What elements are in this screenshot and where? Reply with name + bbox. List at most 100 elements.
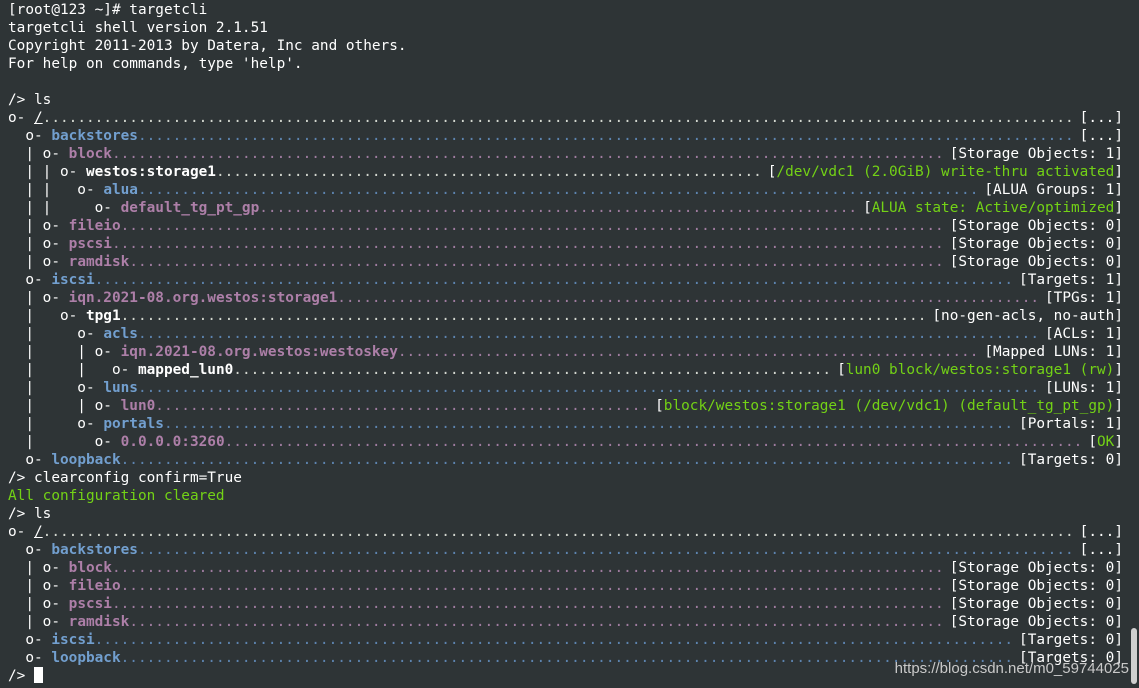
tree-branch: | o-: [8, 416, 104, 432]
leader-dots: ........................................…: [42, 524, 1071, 540]
tree-node-status: [/dev/vdc1 (2.0GiB) write-thru activated…: [767, 164, 1123, 180]
tree-branch: o-: [8, 524, 34, 540]
tree-node-status: [block/westos:storage1 (/dev/vdc1) (defa…: [655, 398, 1123, 414]
tree-row: | o- fileio ............................…: [8, 217, 1123, 235]
tree-node-name: luns: [103, 380, 138, 396]
tree-node-name: acls: [103, 326, 138, 342]
tree-branch: | o-: [8, 326, 104, 342]
leader-dots: ........................................…: [120, 650, 1011, 666]
tree-node-status: [Storage Objects: 0]: [949, 254, 1123, 270]
tree-row: | o- pscsi .............................…: [8, 595, 1123, 613]
leader-dots: ........................................…: [137, 182, 976, 198]
leader-dots: ........................................…: [94, 632, 1011, 648]
tree-branch: | o-: [8, 560, 69, 576]
tree-branch: o-: [8, 452, 52, 468]
command-line: /> ls: [8, 506, 52, 522]
tree-node-name: westos:storage1: [85, 164, 216, 180]
tree-node-status: [ALUA Groups: 1]: [984, 182, 1123, 198]
tree-node-status: [Mapped LUNs: 1]: [984, 344, 1123, 360]
tree-node-status: [...]: [1079, 128, 1123, 144]
tree-branch: o-: [8, 650, 52, 666]
tree-row: | o- iqn.2021-08.org.westos:storage1 ...…: [8, 289, 1123, 307]
tree-node-status: [Storage Objects: 0]: [949, 560, 1123, 576]
terminal-window[interactable]: [root@123 ~]# targetcli targetcli shell …: [0, 0, 1139, 688]
tree-row: | | o- iqn.2021-08.org.westos:westoskey …: [8, 343, 1123, 361]
tree-branch: o-: [8, 542, 52, 558]
leader-dots: ........................................…: [215, 164, 759, 180]
tree-node-name: iqn.2021-08.org.westos:westoskey: [120, 344, 398, 360]
tree-node-name: portals: [103, 416, 164, 432]
tree-branch: | o-: [8, 614, 69, 630]
tree-row: o- iscsi ...............................…: [8, 631, 1123, 649]
leader-dots: ........................................…: [163, 416, 1011, 432]
tree-row: | o- ramdisk ...........................…: [8, 613, 1123, 631]
header-line: targetcli shell version 2.1.51: [8, 20, 268, 36]
text-cursor: [34, 667, 43, 683]
header-line: For help on commands, type 'help'.: [8, 56, 303, 72]
tree-node-status: [Portals: 1]: [1019, 416, 1123, 432]
leader-dots: ........................................…: [111, 146, 942, 162]
tree-node-status: [Targets: 0]: [1019, 452, 1123, 468]
tree-node-name: iscsi: [51, 272, 95, 288]
command-line: /> clearconfig confirm=True: [8, 470, 242, 486]
tree-branch: o-: [8, 272, 52, 288]
tree-node-name: ramdisk: [68, 614, 130, 630]
tree-branch: | | o-: [8, 182, 104, 198]
tree-row: | o- block .............................…: [8, 559, 1123, 577]
tree-node-name: block: [68, 146, 112, 162]
leader-dots: ........................................…: [137, 326, 1036, 342]
leader-dots: ........................................…: [111, 236, 942, 252]
tree-branch: | o-: [8, 290, 69, 306]
tree-node-status: [LUNs: 1]: [1045, 380, 1123, 396]
tree-node-name: iscsi: [51, 632, 95, 648]
leader-dots: ........................................…: [137, 128, 1071, 144]
tree-row: | | o- lun0 ............................…: [8, 397, 1123, 415]
tree-row: | o- 0.0.0.0:3260 ......................…: [8, 433, 1123, 451]
tree-row: | o- portals ...........................…: [8, 415, 1123, 433]
tree-node-name: backstores: [51, 542, 138, 558]
header-line: [root@123 ~]# targetcli: [8, 2, 208, 18]
tree-row: | o- pscsi .............................…: [8, 235, 1123, 253]
tree-node-name: loopback: [51, 452, 121, 468]
object-tree-before: o- / ...................................…: [8, 109, 1139, 469]
object-tree-after: o- / ...................................…: [8, 523, 1139, 667]
tree-node-name: ramdisk: [68, 254, 130, 270]
tree-branch: | o-: [8, 236, 69, 252]
leader-dots: ........................................…: [224, 434, 1080, 450]
tree-row: o- backstores ..........................…: [8, 541, 1123, 559]
tree-row: | o- luns ..............................…: [8, 379, 1123, 397]
tree-node-status: [Storage Objects: 0]: [949, 236, 1123, 252]
tree-branch: | o-: [8, 308, 86, 324]
tree-node-status: [Storage Objects: 0]: [949, 596, 1123, 612]
tree-node-name: fileio: [68, 578, 121, 594]
tree-node-status: [...]: [1079, 110, 1123, 126]
leader-dots: ........................................…: [120, 452, 1011, 468]
leader-dots: ........................................…: [120, 308, 924, 324]
tree-node-status: [Storage Objects: 1]: [949, 146, 1123, 162]
leader-dots: ........................................…: [111, 596, 942, 612]
tree-branch: | | o-: [8, 344, 121, 360]
tree-node-status: [lun0 block/westos:storage1 (rw)]: [837, 362, 1123, 378]
tree-branch: | o-: [8, 218, 69, 234]
tree-row: | o- fileio ............................…: [8, 577, 1123, 595]
tree-row: | o- ramdisk ...........................…: [8, 253, 1123, 271]
tree-row: | o- block .............................…: [8, 145, 1123, 163]
tree-row: o- backstores ..........................…: [8, 127, 1123, 145]
tree-node-name: fileio: [68, 218, 121, 234]
leader-dots: ........................................…: [337, 290, 1037, 306]
command-line: /> ls: [8, 92, 52, 108]
tree-node-status: [TPGs: 1]: [1045, 290, 1123, 306]
tree-row: o- iscsi ...............................…: [8, 271, 1123, 289]
tree-node-name: default_tg_pt_gp: [120, 200, 260, 216]
leader-dots: ........................................…: [111, 560, 942, 576]
tree-branch: | | o-: [8, 200, 121, 216]
tree-node-name: /: [34, 524, 43, 540]
leader-dots: ........................................…: [397, 344, 976, 360]
prompt-text: />: [8, 668, 34, 684]
tree-row: | o- acls ..............................…: [8, 325, 1123, 343]
tree-node-name: mapped_lun0: [137, 362, 234, 378]
tree-branch: | | o-: [8, 398, 121, 414]
scrollbar-thumb[interactable]: [1131, 628, 1137, 684]
leader-dots: ........................................…: [94, 272, 1011, 288]
tree-branch: | o-: [8, 596, 69, 612]
